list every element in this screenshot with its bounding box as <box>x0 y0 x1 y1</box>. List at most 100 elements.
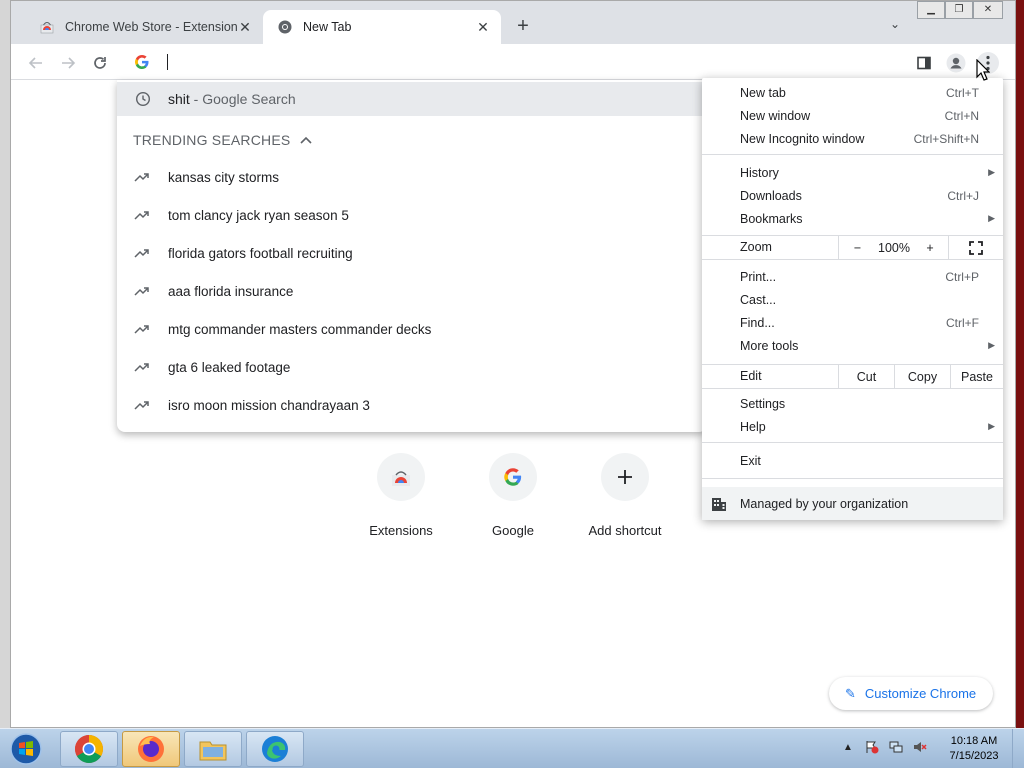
taskbar-firefox-icon[interactable] <box>122 731 180 767</box>
trending-search-item[interactable]: mtg commander masters commander decks <box>117 310 707 348</box>
omnibox-text-caret[interactable] <box>167 54 168 70</box>
customize-chrome-button[interactable]: ✎ Customize Chrome <box>829 677 993 710</box>
trending-searches-heading: TRENDING SEARCHES <box>133 132 291 148</box>
desktop-background <box>0 0 10 728</box>
trending-searches-header[interactable]: TRENDING SEARCHES <box>133 132 312 148</box>
trending-search-item[interactable]: tom clancy jack ryan season 5 <box>117 196 707 234</box>
tab-search-chevron-icon[interactable]: ⌄ <box>885 17 905 37</box>
submenu-arrow-icon: ▶ <box>988 421 995 431</box>
suggestion-suffix: - Google Search <box>189 91 296 107</box>
back-arrow-icon[interactable] <box>25 52 47 74</box>
zoom-level: 100% <box>878 240 910 255</box>
cut-button[interactable]: Cut <box>838 365 894 388</box>
shortcut-add[interactable]: Add shortcut <box>569 453 681 538</box>
profile-avatar-icon[interactable] <box>945 52 967 74</box>
close-icon[interactable]: ✕ <box>237 19 253 35</box>
menu-shortcut: Ctrl+J <box>947 188 979 203</box>
menu-shortcut: Ctrl+T <box>946 85 979 100</box>
search-suggestion[interactable]: shit - Google Search <box>117 82 707 116</box>
menu-label: Find... <box>740 315 775 330</box>
close-icon[interactable]: ✕ <box>475 19 491 35</box>
menu-separator <box>702 478 1003 479</box>
taskbar-chrome-icon[interactable] <box>60 731 118 767</box>
shortcut-google[interactable]: Google <box>457 453 569 538</box>
menu-label: Print... <box>740 269 777 284</box>
menu-item-downloads[interactable]: Downloads Ctrl+J <box>702 184 1003 207</box>
menu-item-find[interactable]: Find... Ctrl+F <box>702 311 1003 334</box>
menu-item-print[interactable]: Print... Ctrl+P <box>702 265 1003 288</box>
trending-search-item[interactable]: florida gators football recruiting <box>117 234 707 272</box>
trending-search-item[interactable]: isro moon mission chandrayaan 3 <box>117 386 707 424</box>
trending-up-icon <box>134 169 150 185</box>
chrome-menu: New tab Ctrl+T New window Ctrl+N New Incog… <box>702 78 1003 520</box>
menu-separator <box>702 388 1003 389</box>
side-panel-icon[interactable] <box>913 52 935 74</box>
menu-shortcut: Ctrl+N <box>944 108 979 123</box>
paste-button[interactable]: Paste <box>950 365 1003 388</box>
trending-search-item[interactable]: aaa florida insurance <box>117 272 707 310</box>
building-icon <box>711 496 727 512</box>
chrome-web-store-icon <box>39 19 55 35</box>
zoom-in-button[interactable]: + <box>912 236 948 259</box>
trending-search-text: mtg commander masters commander decks <box>168 321 432 337</box>
chrome-icon <box>277 19 293 35</box>
zoom-out-button[interactable]: − <box>838 236 876 259</box>
menu-label: New Incognito window <box>740 131 865 146</box>
menu-item-bookmarks[interactable]: Bookmarks ▶ <box>702 207 1003 230</box>
trending-search-item[interactable]: gta 6 leaked footage <box>117 348 707 386</box>
action-center-flag-icon[interactable] <box>864 739 880 755</box>
suggestion-query: shit <box>168 91 190 107</box>
trending-up-icon <box>134 321 150 337</box>
forward-arrow-icon[interactable] <box>57 52 79 74</box>
tab-new-tab[interactable]: New Tab ✕ <box>263 10 501 44</box>
shortcut-extensions[interactable]: Extensions <box>345 453 457 538</box>
menu-item-history[interactable]: History ▶ <box>702 161 1003 184</box>
network-icon[interactable] <box>888 739 904 755</box>
tab-strip: Chrome Web Store - Extensions ✕ New Tab … <box>11 1 1015 44</box>
menu-label: Cast... <box>740 292 777 307</box>
windows-taskbar: ▲ 10:18 AM 7/15/2023 <box>0 728 1024 768</box>
mouse-cursor-icon <box>976 58 991 81</box>
new-tab-plus-icon[interactable]: + <box>512 15 534 37</box>
volume-muted-icon[interactable] <box>912 739 928 755</box>
copy-button[interactable]: Copy <box>894 365 950 388</box>
menu-item-new-incognito[interactable]: New Incognito window Ctrl+Shift+N <box>702 127 1003 150</box>
trending-search-text: gta 6 leaked footage <box>168 359 291 375</box>
trending-up-icon <box>134 207 150 223</box>
menu-item-settings[interactable]: Settings <box>702 392 1003 415</box>
trending-up-icon <box>134 397 150 413</box>
chrome-web-store-icon <box>377 453 425 501</box>
show-hidden-icons-icon[interactable]: ▲ <box>840 739 856 755</box>
menu-item-managed[interactable]: Managed by your organization <box>702 487 1003 520</box>
menu-separator <box>702 259 1003 260</box>
taskbar-edge-icon[interactable] <box>246 731 304 767</box>
trending-search-item[interactable]: kansas city storms <box>117 158 707 196</box>
tab-chrome-web-store[interactable]: Chrome Web Store - Extensions ✕ <box>25 10 263 44</box>
taskbar-clock[interactable]: 10:18 AM 7/15/2023 <box>938 734 1010 764</box>
menu-item-cast[interactable]: Cast... <box>702 288 1003 311</box>
menu-item-help[interactable]: Help ▶ <box>702 415 1003 438</box>
menu-item-new-tab[interactable]: New tab Ctrl+T <box>702 81 1003 104</box>
pencil-icon: ✎ <box>845 685 856 701</box>
menu-item-exit[interactable]: Exit <box>702 449 1003 472</box>
shortcut-label: Extensions <box>369 523 433 538</box>
minimize-button[interactable]: ▁ <box>917 1 945 19</box>
show-desktop-button[interactable] <box>1012 729 1024 768</box>
trending-search-text: florida gators football recruiting <box>168 245 353 261</box>
customize-chrome-label: Customize Chrome <box>864 686 977 701</box>
close-window-button[interactable]: ✕ <box>973 1 1003 19</box>
menu-item-more-tools[interactable]: More tools ▶ <box>702 334 1003 357</box>
chevron-up-icon[interactable] <box>300 133 312 147</box>
tab-title: New Tab <box>303 20 352 34</box>
menu-item-new-window[interactable]: New window Ctrl+N <box>702 104 1003 127</box>
reload-icon[interactable] <box>89 52 111 74</box>
menu-shortcut: Ctrl+F <box>946 315 979 330</box>
menu-label: Help <box>740 419 766 434</box>
fullscreen-icon[interactable] <box>948 236 1003 259</box>
menu-separator <box>702 442 1003 443</box>
menu-label: Bookmarks <box>740 211 803 226</box>
restore-button[interactable]: ❐ <box>945 1 973 19</box>
start-button[interactable] <box>6 731 46 767</box>
taskbar-file-explorer-icon[interactable] <box>184 731 242 767</box>
omnibox-dropdown: shit - Google Search TRENDING SEARCHES k… <box>117 80 707 432</box>
